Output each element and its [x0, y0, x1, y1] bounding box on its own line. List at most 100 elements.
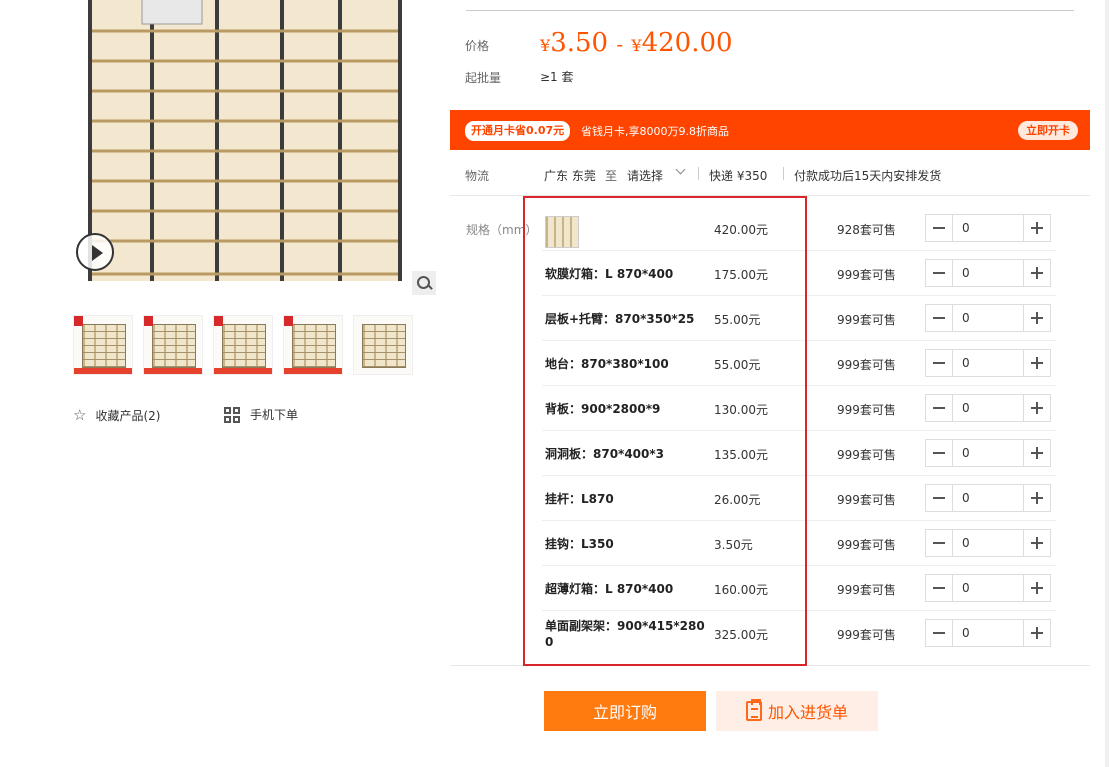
sku-stock: 999套可售	[837, 268, 896, 282]
zoom-icon[interactable]	[412, 271, 436, 295]
open-card-button[interactable]: 立即开卡	[1018, 121, 1078, 140]
sku-row: 洞洞板：870*400*3 135.00元 999套可售	[542, 431, 1056, 476]
quantity-input[interactable]	[953, 215, 1023, 241]
express-fee: 快递 ¥350	[709, 169, 768, 183]
sku-stock: 999套可售	[837, 493, 896, 507]
scrollbar[interactable]	[1105, 0, 1109, 767]
order-now-button[interactable]: 立即订购	[544, 691, 706, 731]
sku-name: 背板：900*2800*9	[545, 401, 661, 416]
sku-stock: 999套可售	[837, 583, 896, 597]
minus-button[interactable]	[926, 620, 953, 646]
quantity-stepper	[925, 439, 1051, 467]
destination-select[interactable]: 请选择	[627, 167, 663, 184]
quantity-input[interactable]	[953, 575, 1023, 601]
sku-thumbnail[interactable]	[545, 215, 579, 248]
thumbnail-5[interactable]	[353, 315, 413, 375]
sku-name: 挂钩：L350	[545, 536, 614, 551]
sku-name: 层板+托臂：870*350*25	[545, 311, 695, 326]
separator	[698, 167, 699, 180]
minus-button[interactable]	[926, 350, 953, 376]
clipboard-icon	[745, 699, 762, 721]
sku-row: 软膜灯箱：L 870*400 175.00元 999套可售	[542, 251, 1056, 296]
plus-button[interactable]	[1023, 485, 1050, 511]
play-video-button[interactable]	[76, 233, 114, 271]
minus-button[interactable]	[926, 440, 953, 466]
mobile-order-label: 手机下单	[250, 408, 299, 422]
quantity-input[interactable]	[953, 485, 1023, 511]
sku-name: 软膜灯箱：L 870*400	[545, 266, 674, 281]
sku-stock: 999套可售	[837, 628, 896, 642]
minus-button[interactable]	[926, 575, 953, 601]
price-high: 420.00	[641, 28, 733, 58]
favorite-button[interactable]: ☆ 收藏产品(2)	[73, 406, 160, 424]
plus-button[interactable]	[1023, 530, 1050, 556]
quantity-stepper	[925, 484, 1051, 512]
sku-row: 挂钩：L350 3.50元 999套可售	[542, 521, 1056, 566]
star-icon: ☆	[73, 406, 87, 424]
promo-pill: 开通月卡省0.07元	[465, 121, 571, 141]
sku-row: 背板：900*2800*9 130.00元 999套可售	[542, 386, 1056, 431]
quantity-stepper	[925, 259, 1051, 287]
plus-button[interactable]	[1023, 260, 1050, 286]
plus-button[interactable]	[1023, 620, 1050, 646]
plus-button[interactable]	[1023, 395, 1050, 421]
sku-price: 130.00元	[714, 403, 768, 417]
shipping-row: 物流 广东 东莞 至 请选择 快递 ¥350 付款成功后15天内安排发货	[450, 152, 1090, 196]
shipping-label: 物流	[465, 169, 490, 183]
quantity-stepper	[925, 214, 1051, 242]
sku-name: 洞洞板：870*400*3	[545, 446, 664, 461]
thumbnail-2[interactable]	[143, 315, 203, 375]
plus-button[interactable]	[1023, 440, 1050, 466]
chevron-down-icon[interactable]	[675, 164, 686, 175]
sku-name: 挂杆：L870	[545, 491, 614, 506]
sku-price: 420.00元	[714, 223, 768, 237]
sku-row: 420.00元 928套可售	[542, 206, 1056, 251]
price-range: ¥3.50 - ¥420.00	[540, 28, 733, 58]
quantity-input[interactable]	[953, 350, 1023, 376]
sku-name: 单面副架架：900*415*2800	[545, 618, 705, 649]
main-product-image[interactable]	[72, 0, 440, 300]
minus-button[interactable]	[926, 305, 953, 331]
quantity-input[interactable]	[953, 440, 1023, 466]
monthly-card-banner: 开通月卡省0.07元 省钱月卡,享8000万9.8折商品 立即开卡	[450, 110, 1090, 150]
plus-button[interactable]	[1023, 350, 1050, 376]
spec-label: 规格（mm）	[466, 223, 538, 237]
quantity-input[interactable]	[953, 260, 1023, 286]
plus-button[interactable]	[1023, 575, 1050, 601]
divider	[450, 665, 1090, 666]
plus-button[interactable]	[1023, 215, 1050, 241]
sku-row: 地台：870*380*100 55.00元 999套可售	[542, 341, 1056, 386]
quantity-input[interactable]	[953, 620, 1023, 646]
minus-button[interactable]	[926, 215, 953, 241]
price-label: 价格	[465, 39, 490, 53]
quantity-stepper	[925, 349, 1051, 377]
quantity-stepper	[925, 304, 1051, 332]
thumbnail-1[interactable]	[73, 315, 133, 375]
sku-price: 160.00元	[714, 583, 768, 597]
plus-button[interactable]	[1023, 305, 1050, 331]
sku-name: 超薄灯箱：L 870*400	[545, 581, 674, 596]
sku-price: 55.00元	[714, 313, 761, 327]
quantity-stepper	[925, 529, 1051, 557]
moq-label: 起批量	[465, 71, 502, 85]
sku-row: 挂杆：L870 26.00元 999套可售	[542, 476, 1056, 521]
shipping-to: 至	[605, 169, 618, 183]
minus-button[interactable]	[926, 485, 953, 511]
minus-button[interactable]	[926, 530, 953, 556]
sku-row: 单面副架架：900*415*2800 325.00元 999套可售	[542, 611, 1056, 656]
quantity-input[interactable]	[953, 305, 1023, 331]
separator	[783, 167, 784, 180]
thumbnail-4[interactable]	[283, 315, 343, 375]
sku-price: 175.00元	[714, 268, 768, 282]
quantity-stepper	[925, 394, 1051, 422]
quantity-stepper	[925, 619, 1051, 647]
favorite-label: 收藏产品(2)	[95, 408, 161, 423]
quantity-input[interactable]	[953, 530, 1023, 556]
quantity-input[interactable]	[953, 395, 1023, 421]
mobile-order-button[interactable]: 手机下单	[224, 406, 298, 423]
promo-description: 省钱月卡,享8000万9.8折商品	[581, 125, 729, 138]
minus-button[interactable]	[926, 260, 953, 286]
thumbnail-3[interactable]	[213, 315, 273, 375]
add-to-purchase-list-button[interactable]: 加入进货单	[716, 691, 878, 731]
minus-button[interactable]	[926, 395, 953, 421]
